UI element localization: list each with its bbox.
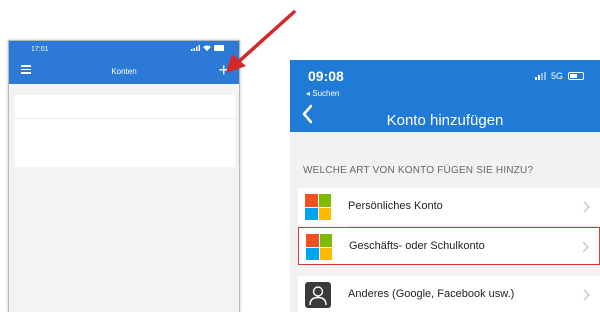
status-icons: 5G [534,71,584,81]
red-arrow-annotation [226,10,296,73]
right-phone-screenshot: 09:08 ◂ Suchen 5G Konto hinzufügen WELCH… [290,60,600,312]
signal-icon [191,45,201,51]
account-option-work-school[interactable]: Geschäfts- oder Schulkonto [298,227,600,265]
account-option-personal[interactable]: Persönliches Konto [298,188,600,226]
chevron-right-icon [583,289,590,301]
account-option-label: Persönliches Konto [348,200,443,212]
account-list-area [15,95,235,167]
back-to-app-link[interactable]: ◂ Suchen [306,89,339,98]
app-header: Konten + [9,58,239,84]
account-option-label: Geschäfts- oder Schulkonto [349,240,485,252]
status-time: 09:08 [308,68,344,84]
page-title: Konto hinzufügen [386,112,504,129]
chevron-right-icon [582,241,589,253]
person-icon [305,282,331,308]
app-header: 09:08 ◂ Suchen 5G Konto hinzufügen [290,60,600,132]
account-option-other[interactable]: Anderes (Google, Facebook usw.) [298,276,600,312]
status-time: 17:01 [31,46,49,53]
divider [15,118,235,119]
microsoft-logo-icon [306,234,332,260]
network-label: 5G [550,71,563,81]
left-phone-screenshot: 17:01 Konten + [8,40,240,312]
signal-icon [534,72,546,80]
microsoft-logo-icon [305,194,331,220]
account-option-label: Anderes (Google, Facebook usw.) [348,288,515,300]
battery-icon [568,72,584,80]
chevron-right-icon [583,201,590,213]
section-header: WELCHE ART VON KONTO FÜGEN SIE HINZU? [303,165,534,176]
page-title: Konten [111,67,137,76]
status-bar: 17:01 [9,41,239,58]
